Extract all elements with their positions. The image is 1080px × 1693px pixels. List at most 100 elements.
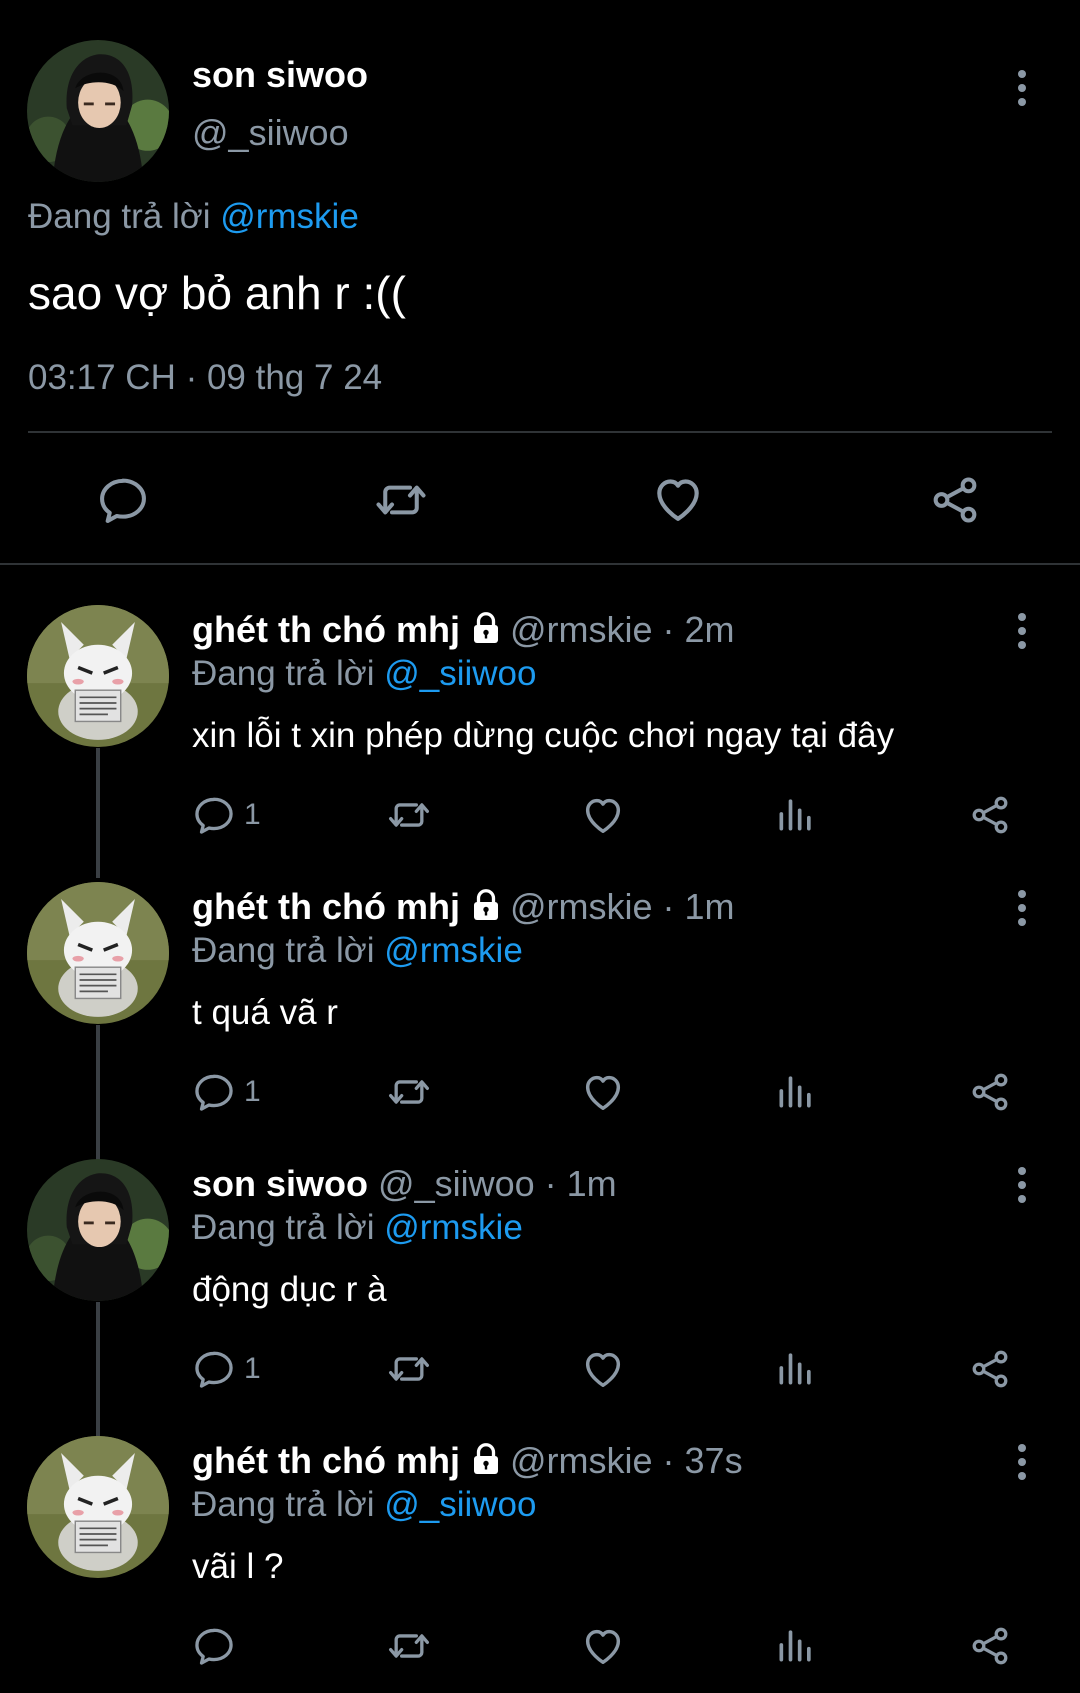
reply-icon [192,1070,236,1114]
reply-count: 1 [244,1352,261,1385]
reply-button[interactable] [192,1624,244,1668]
share-icon [928,473,982,527]
like-icon [580,1623,626,1669]
mention-link[interactable]: @rmskie [384,931,523,970]
share-icon [968,1624,1012,1668]
author-name[interactable]: son siwoo [192,1163,368,1204]
replying-label: Đang trả lời [192,654,375,693]
avatar[interactable] [27,40,169,182]
retweet-icon [384,1347,434,1391]
author-handle[interactable]: @rmskie [510,886,653,927]
share-icon [968,1070,1012,1114]
more-vertical-icon[interactable] [1002,611,1042,651]
share-button[interactable] [968,1070,1012,1114]
replying-label: Đang trả lời [192,1485,375,1524]
author-name[interactable]: ghét th chó mhj [192,1440,460,1481]
retweet-button[interactable] [384,1624,434,1668]
author-name[interactable]: ghét th chó mhj [192,609,460,650]
reply-icon [192,793,236,837]
replying-to: Đang trả lời @_siiwoo [192,654,536,694]
avatar[interactable] [27,1159,169,1301]
reply-button[interactable] [96,473,150,527]
divider [0,563,1080,565]
retweet-button[interactable] [384,793,434,837]
retweet-button[interactable] [384,1070,434,1114]
like-icon [650,471,706,527]
author-handle[interactable]: @rmskie [510,1440,653,1481]
more-vertical-icon[interactable] [1002,68,1042,108]
replying-label: Đang trả lời [28,197,211,236]
thread-line [96,1302,100,1437]
share-button[interactable] [968,1624,1012,1668]
like-button[interactable] [580,792,626,838]
share-button[interactable] [968,1347,1012,1391]
thread-line [96,1025,100,1160]
like-button[interactable] [580,1623,626,1669]
reply-time: · 1m [544,1163,617,1204]
author-name[interactable]: son siwoo [192,54,368,96]
replying-to: Đang trả lời @_siiwoo [192,1485,536,1525]
more-vertical-icon[interactable] [1002,1442,1042,1482]
reply-time: · 37s [662,1440,743,1481]
author-name[interactable]: ghét th chó mhj [192,886,460,927]
reply-icon [96,473,150,527]
share-button[interactable] [968,793,1012,837]
like-icon [580,792,626,838]
more-vertical-icon[interactable] [1002,1165,1042,1205]
analytics-button[interactable] [774,1068,818,1114]
retweet-icon [384,1624,434,1668]
reply-button[interactable]: 1 [192,1070,261,1114]
share-button[interactable] [928,473,982,527]
share-icon [968,1347,1012,1391]
retweet-button[interactable] [384,1347,434,1391]
analytics-icon [774,1068,818,1114]
tweet-text: t quá vã r [192,993,338,1032]
replying-label: Đang trả lời [192,931,375,970]
reply-header: ghét th chó mhj @rmskie · 2m [192,609,735,651]
lock-icon [468,887,504,923]
reply-button[interactable]: 1 [192,1347,261,1391]
like-button[interactable] [580,1346,626,1392]
tweet-text: xin lỗi t xin phép dừng cuộc chơi ngay t… [192,716,895,755]
reply-count: 1 [244,1075,261,1108]
analytics-icon [774,791,818,837]
tweet-text: vãi l ? [192,1547,284,1586]
analytics-button[interactable] [774,791,818,837]
tweet-text: sao vợ bỏ anh r :(( [28,267,406,319]
like-icon [580,1346,626,1392]
tweet-text: động dục r à [192,1270,387,1309]
reply-time: · 2m [662,609,735,650]
mention-link[interactable]: @_siiwoo [384,654,536,693]
analytics-button[interactable] [774,1345,818,1391]
retweet-icon [384,793,434,837]
author-handle[interactable]: @_siiwoo [378,1163,535,1204]
reply-header: ghét th chó mhj @rmskie · 1m [192,886,735,928]
like-button[interactable] [580,1069,626,1115]
reply-time: · 1m [662,886,735,927]
mention-link[interactable]: @rmskie [384,1208,523,1247]
analytics-button[interactable] [774,1622,818,1668]
reply-icon [192,1347,236,1391]
avatar[interactable] [27,605,169,747]
avatar[interactable] [27,882,169,1024]
reply-header: son siwoo @_siiwoo · 1m [192,1163,617,1205]
like-button[interactable] [650,471,706,527]
analytics-icon [774,1345,818,1391]
replying-label: Đang trả lời [192,1208,375,1247]
lock-icon [468,1441,504,1477]
retweet-button[interactable] [370,473,432,527]
like-icon [580,1069,626,1115]
reply-count: 1 [244,798,261,831]
divider [28,431,1052,433]
more-vertical-icon[interactable] [1002,888,1042,928]
avatar[interactable] [27,1436,169,1578]
lock-icon [468,610,504,646]
reply-header: ghét th chó mhj @rmskie · 37s [192,1440,743,1482]
mention-link[interactable]: @_siiwoo [384,1485,536,1524]
author-handle[interactable]: @rmskie [510,609,653,650]
mention-link[interactable]: @rmskie [220,197,359,236]
author-handle[interactable]: @_siiwoo [192,112,349,154]
reply-button[interactable]: 1 [192,793,261,837]
replying-to: Đang trả lời @rmskie [192,931,523,971]
share-icon [968,793,1012,837]
